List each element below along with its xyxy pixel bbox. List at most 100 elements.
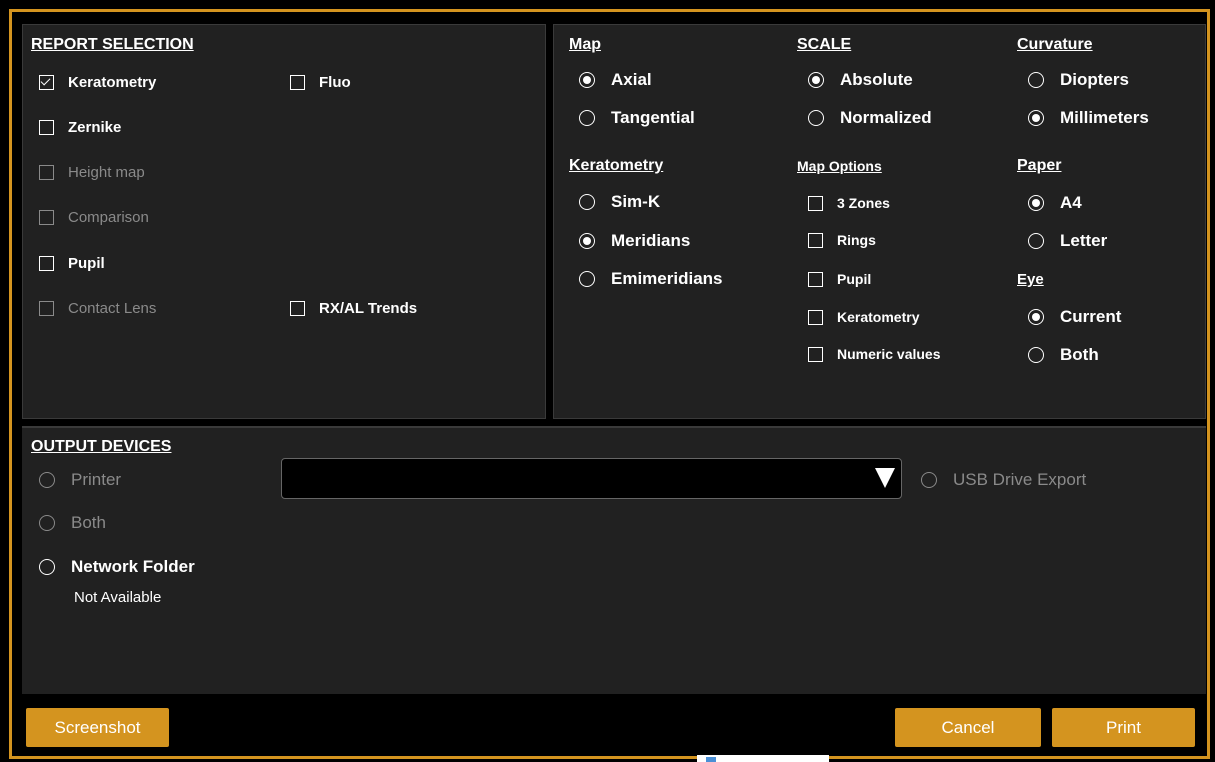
checkbox-label: 3 Zones [837, 195, 890, 211]
cancel-button[interactable]: Cancel [895, 708, 1041, 747]
radio-icon [1028, 347, 1044, 363]
checkbox-icon [39, 165, 54, 180]
radio-diopters[interactable]: Diopters [1028, 70, 1129, 90]
radio-label: Meridians [611, 231, 691, 250]
checkbox-rx-al-trends[interactable]: RX/AL Trends [290, 300, 417, 317]
checkbox-label: Numeric values [837, 346, 941, 362]
radio-label: Normalized [840, 108, 932, 127]
checkbox-icon [808, 271, 823, 287]
checkbox-icon [39, 120, 54, 135]
checkbox-icon [808, 346, 823, 362]
checkbox-icon [290, 75, 305, 90]
checkbox-icon [39, 210, 54, 225]
scale-header: SCALE [797, 36, 852, 53]
radio-icon [808, 110, 824, 126]
checkbox-icon [290, 301, 305, 316]
radio-both-eyes[interactable]: Both [1028, 345, 1099, 365]
checkbox-label: Zernike [68, 119, 122, 136]
radio-tangential[interactable]: Tangential [579, 108, 695, 128]
radio-current[interactable]: Current [1028, 307, 1121, 327]
radio-printer: Printer [39, 470, 121, 490]
dropdown-arrow-icon [875, 468, 895, 488]
checkbox-fluo[interactable]: Fluo [290, 74, 351, 91]
radio-output-both: Both [39, 513, 106, 533]
checkbox-icon [808, 195, 823, 211]
curvature-header: Curvature [1017, 36, 1093, 53]
radio-icon [39, 472, 55, 488]
taskbar-fragment [697, 755, 829, 762]
checkbox-keratometry[interactable]: Keratometry [39, 74, 156, 91]
checkbox-label: Keratometry [837, 309, 920, 325]
radio-label: Printer [71, 470, 122, 489]
radio-meridians[interactable]: Meridians [579, 231, 690, 251]
keratometry-header: Keratometry [569, 157, 664, 174]
checkbox-icon [808, 232, 823, 248]
radio-icon [579, 110, 595, 126]
radio-label: Tangential [611, 108, 695, 127]
radio-icon [39, 515, 55, 531]
checkbox-icon [808, 309, 823, 325]
checkbox-3-zones[interactable]: 3 Zones [808, 195, 890, 211]
radio-axial[interactable]: Axial [579, 70, 652, 90]
radio-icon [921, 472, 937, 488]
radio-label: Emimeridians [611, 269, 723, 288]
screenshot-button[interactable]: Screenshot [26, 708, 169, 747]
radio-label: Both [71, 513, 106, 532]
radio-icon [1028, 72, 1044, 88]
checkbox-label: RX/AL Trends [319, 300, 418, 317]
print-button[interactable]: Print [1052, 708, 1195, 747]
radio-label: USB Drive Export [953, 470, 1087, 489]
radio-normalized[interactable]: Normalized [808, 108, 932, 128]
checkbox-checked-icon [39, 75, 54, 90]
radio-millimeters[interactable]: Millimeters [1028, 108, 1149, 128]
checkbox-comparison: Comparison [39, 209, 149, 226]
checkbox-label: Comparison [68, 209, 149, 226]
radio-absolute[interactable]: Absolute [808, 70, 913, 90]
checkbox-height-map: Height map [39, 164, 145, 181]
radio-label: Axial [611, 70, 652, 89]
checkbox-contact-lens: Contact Lens [39, 300, 156, 317]
radio-selected-icon [1028, 195, 1044, 211]
checkbox-numeric-values[interactable]: Numeric values [808, 346, 941, 362]
checkbox-rings[interactable]: Rings [808, 232, 876, 248]
radio-icon [1028, 233, 1044, 249]
checkbox-label: Height map [68, 164, 145, 181]
checkbox-icon [39, 256, 54, 271]
checkbox-zernike[interactable]: Zernike [39, 119, 121, 136]
radio-icon [579, 271, 595, 287]
radio-label: Sim-K [611, 192, 661, 211]
radio-label: A4 [1060, 193, 1082, 212]
checkbox-label: Pupil [68, 255, 105, 272]
paper-header: Paper [1017, 157, 1062, 174]
radio-a4[interactable]: A4 [1028, 193, 1082, 213]
radio-label: Network Folder [71, 557, 195, 576]
output-devices-header: OUTPUT DEVICES [31, 438, 172, 455]
radio-selected-icon [808, 72, 824, 88]
checkbox-pupil[interactable]: Pupil [39, 255, 105, 272]
checkbox-label: Pupil [837, 271, 872, 287]
radio-selected-icon [1028, 309, 1044, 325]
radio-label: Diopters [1060, 70, 1129, 89]
radio-network-folder[interactable]: Network Folder [39, 557, 195, 577]
radio-label: Millimeters [1060, 108, 1149, 127]
radio-selected-icon [579, 233, 595, 249]
eye-header: Eye [1017, 271, 1044, 288]
map-header: Map [569, 36, 601, 53]
radio-usb-drive-export: USB Drive Export [921, 470, 1086, 490]
checkbox-icon [39, 301, 54, 316]
radio-letter[interactable]: Letter [1028, 231, 1107, 251]
radio-icon [39, 559, 55, 575]
map-options-header: Map Options [797, 158, 882, 174]
radio-emimeridians[interactable]: Emimeridians [579, 269, 723, 289]
radio-label: Letter [1060, 231, 1108, 250]
checkbox-map-pupil[interactable]: Pupil [808, 271, 871, 287]
radio-sim-k[interactable]: Sim-K [579, 192, 660, 212]
radio-selected-icon [1028, 110, 1044, 126]
checkbox-label: Keratometry [68, 74, 157, 91]
network-status-text: Not Available [74, 589, 162, 606]
radio-icon [579, 194, 595, 210]
printer-select[interactable] [281, 458, 902, 499]
checkbox-map-keratometry[interactable]: Keratometry [808, 309, 919, 325]
checkbox-label: Rings [837, 232, 876, 248]
radio-selected-icon [579, 72, 595, 88]
